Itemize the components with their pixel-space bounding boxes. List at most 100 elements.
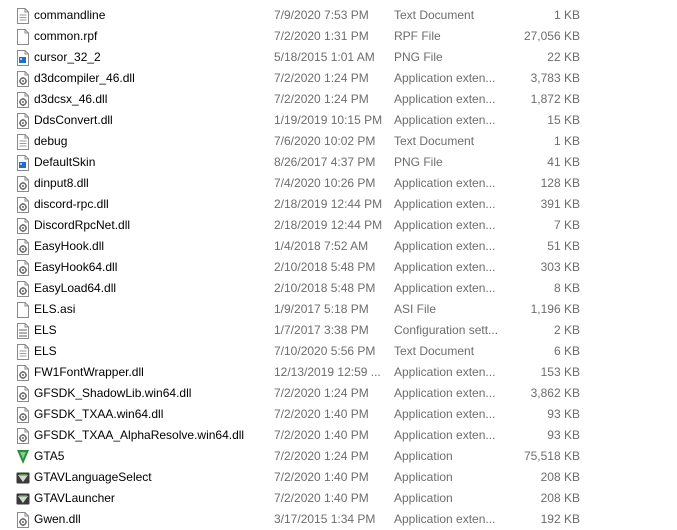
file-row[interactable]: GTAVLanguageSelect 7/2/2020 1:40 PM Applic… [0, 467, 677, 488]
image-file-icon [16, 155, 30, 171]
text-file-icon [16, 134, 30, 150]
file-row[interactable]: EasyHook64.dll 2/10/2018 5:48 PM Applicati… [0, 257, 677, 278]
file-date-modified: 7/4/2020 10:26 PM [274, 176, 376, 190]
dll-file-icon [16, 260, 30, 276]
file-row[interactable]: ELS 7/10/2020 5:56 PM Text Document 6 KB [0, 341, 677, 362]
file-row[interactable]: EasyLoad64.dll 2/10/2018 5:48 PM Applicati… [0, 278, 677, 299]
file-row[interactable]: ELS 1/7/2017 3:38 PM Configuration sett...… [0, 320, 677, 341]
file-name: EasyHook.dll [34, 239, 105, 253]
file-date-modified: 7/2/2020 1:24 PM [274, 92, 369, 106]
dll-file-icon [16, 197, 30, 213]
file-name: discord-rpc.dll [34, 197, 109, 211]
file-row[interactable]: cursor_32_2 5/18/2015 1:01 AM PNG File 22 K… [0, 47, 677, 68]
dll-file-icon [16, 407, 30, 423]
file-list: commandline 7/9/2020 7:53 PM Text Document… [0, 5, 677, 530]
generic-file-icon [16, 29, 30, 45]
config-file-icon [16, 323, 30, 339]
file-date-modified: 7/2/2020 1:24 PM [274, 386, 369, 400]
file-row[interactable]: dinput8.dll 7/4/2020 10:26 PM Application … [0, 173, 677, 194]
file-row[interactable]: debug 7/6/2020 10:02 PM Text Document 1 KB [0, 131, 677, 152]
file-row[interactable]: DefaultSkin 8/26/2017 4:37 PM PNG File 41 K… [0, 152, 677, 173]
file-size: 3,862 KB [530, 386, 580, 400]
file-type: Application exten... [394, 281, 496, 295]
file-name: d3dcsx_46.dll [34, 92, 108, 106]
file-name: dinput8.dll [34, 176, 89, 190]
file-date-modified: 1/9/2017 5:18 PM [274, 302, 369, 316]
file-type: Application exten... [394, 197, 496, 211]
file-row[interactable]: GFSDK_TXAA_AlphaResolve.win64.dll 7/2/202… [0, 425, 677, 446]
file-size: 6 KB [553, 344, 580, 358]
file-size: 15 KB [547, 113, 580, 127]
dll-file-icon [16, 218, 30, 234]
dll-file-icon [16, 386, 30, 402]
file-row[interactable]: GFSDK_TXAA.win64.dll 7/2/2020 1:40 PM Appl… [0, 404, 677, 425]
file-name: Gwen.dll [34, 512, 81, 526]
dll-file-icon [16, 113, 30, 129]
dll-file-icon [16, 239, 30, 255]
file-row[interactable]: GFSDK_ShadowLib.win64.dll 7/2/2020 1:24 P… [0, 383, 677, 404]
file-type: Application exten... [394, 113, 496, 127]
file-size: 1 KB [553, 134, 580, 148]
file-name: GFSDK_TXAA.win64.dll [34, 407, 164, 421]
gtav-app-icon [16, 470, 30, 486]
file-type: RPF File [394, 29, 441, 43]
file-row[interactable]: DdsConvert.dll 1/19/2019 10:15 PM Applicat… [0, 110, 677, 131]
file-row[interactable]: common.rpf 7/2/2020 1:31 PM RPF File 27,056… [0, 26, 677, 47]
file-row[interactable]: GTA5 7/2/2020 1:24 PM Application 75,518 KB [0, 446, 677, 467]
file-size: 208 KB [540, 491, 580, 505]
file-name: DiscordRpcNet.dll [34, 218, 131, 232]
file-type: Application exten... [394, 365, 496, 379]
file-row[interactable]: EasyHook.dll 1/4/2018 7:52 AM Application … [0, 236, 677, 257]
file-size: 303 KB [540, 260, 580, 274]
file-size: 75,518 KB [523, 449, 580, 463]
file-size: 1 KB [553, 8, 580, 22]
file-name: cursor_32_2 [34, 50, 101, 64]
file-type: Application [394, 449, 453, 463]
file-type: Application exten... [394, 260, 496, 274]
gta5-app-icon [16, 449, 30, 465]
image-file-icon [16, 50, 30, 66]
file-name: ELS [34, 323, 57, 337]
file-type: Text Document [394, 8, 475, 22]
file-row[interactable]: commandline 7/9/2020 7:53 PM Text Document… [0, 5, 677, 26]
file-type: PNG File [394, 155, 443, 169]
file-date-modified: 7/9/2020 7:53 PM [274, 8, 369, 22]
file-row[interactable]: GTAVLauncher 7/2/2020 1:40 PM Application 2… [0, 488, 677, 509]
file-name: common.rpf [34, 29, 98, 43]
file-name: ELS [34, 344, 57, 358]
file-size: 51 KB [547, 239, 580, 253]
file-type: Application exten... [394, 218, 496, 232]
dll-file-icon [16, 71, 30, 87]
file-date-modified: 7/6/2020 10:02 PM [274, 134, 376, 148]
file-name: GTA5 [34, 449, 65, 463]
generic-file-icon [16, 302, 30, 318]
file-size: 7 KB [553, 218, 580, 232]
gtav-app-icon [16, 491, 30, 507]
file-date-modified: 7/2/2020 1:24 PM [274, 71, 369, 85]
file-type: Application exten... [394, 176, 496, 190]
file-size: 2 KB [553, 323, 580, 337]
file-type: Application [394, 470, 453, 484]
text-file-icon [16, 344, 30, 360]
file-type: Configuration sett... [394, 323, 498, 337]
file-row[interactable]: d3dcsx_46.dll 7/2/2020 1:24 PM Application… [0, 89, 677, 110]
dll-file-icon [16, 176, 30, 192]
file-row[interactable]: Gwen.dll 3/17/2015 1:34 PM Application ext… [0, 509, 677, 530]
dll-file-icon [16, 428, 30, 444]
file-name: DefaultSkin [34, 155, 96, 169]
file-date-modified: 1/4/2018 7:52 AM [274, 239, 369, 253]
file-row[interactable]: d3dcompiler_46.dll 7/2/2020 1:24 PM Applic… [0, 68, 677, 89]
file-row[interactable]: FW1FontWrapper.dll 12/13/2019 12:59 ... Ap… [0, 362, 677, 383]
file-row[interactable]: discord-rpc.dll 2/18/2019 12:44 PM Applica… [0, 194, 677, 215]
file-size: 128 KB [540, 176, 580, 190]
file-row[interactable]: DiscordRpcNet.dll 2/18/2019 12:44 PM Appli… [0, 215, 677, 236]
file-size: 93 KB [547, 407, 580, 421]
file-date-modified: 7/2/2020 1:40 PM [274, 407, 369, 421]
file-type: PNG File [394, 50, 443, 64]
file-row[interactable]: ELS.asi 1/9/2017 5:18 PM ASI File 1,196 KB [0, 299, 677, 320]
file-size: 153 KB [540, 365, 580, 379]
file-type: Application exten... [394, 428, 496, 442]
file-name: commandline [34, 8, 106, 22]
file-size: 22 KB [547, 50, 580, 64]
file-date-modified: 1/19/2019 10:15 PM [274, 113, 383, 127]
